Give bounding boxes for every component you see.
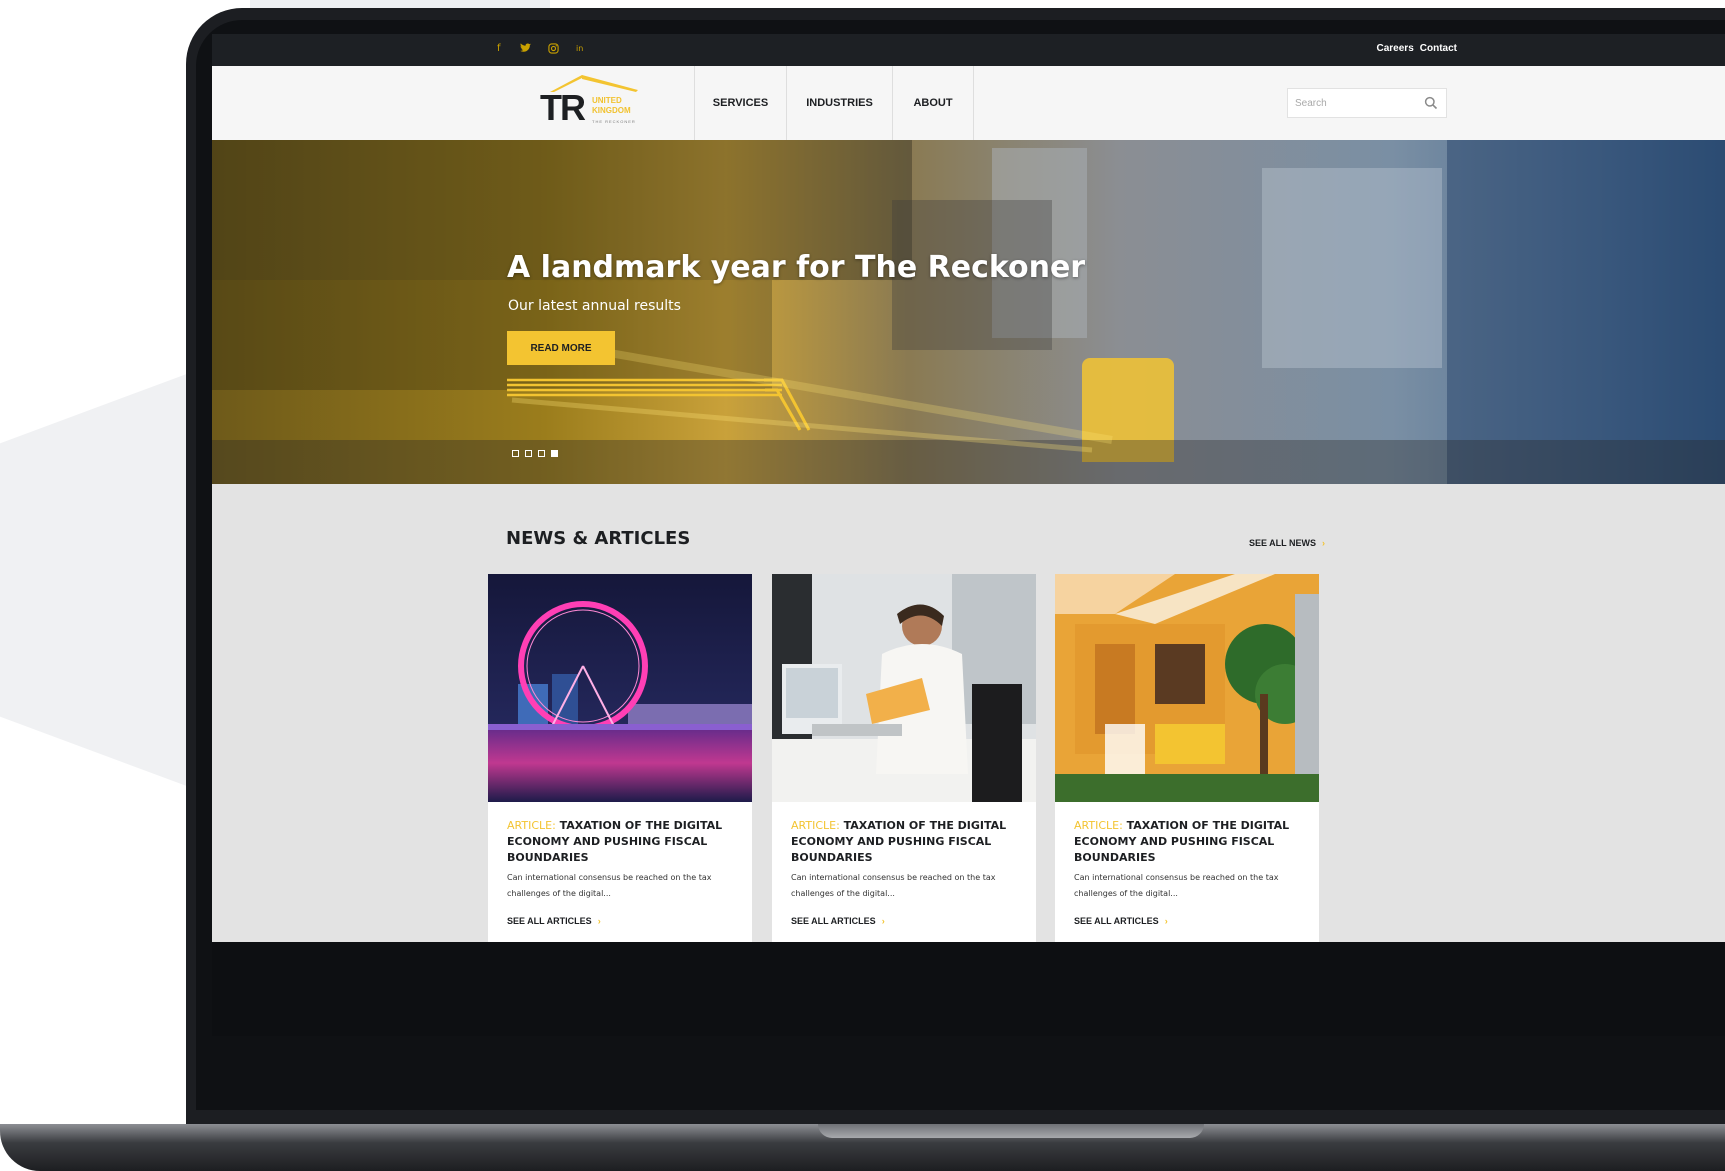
- card-excerpt: Can international consensus be reached o…: [507, 873, 712, 898]
- slider-dots: [512, 450, 558, 457]
- read-more-button[interactable]: READ MORE: [507, 331, 615, 365]
- orange-house-image: [1055, 574, 1319, 802]
- chevron-right-icon: ›: [597, 916, 601, 926]
- laptop-screen: f in Careers Contact TR UNITED KINGDOM T…: [212, 34, 1725, 1036]
- facebook-icon[interactable]: f: [497, 43, 501, 55]
- chevron-right-icon: ›: [881, 916, 885, 926]
- news-card[interactable]: ARTICLE: TAXATION OF THE DIGITAL ECONOMY…: [772, 574, 1036, 944]
- see-all-articles-link[interactable]: SEE ALL ARTICLES ›: [1074, 916, 1168, 926]
- hero-subtitle: Our latest annual results: [508, 298, 681, 314]
- card-kind: ARTICLE:: [791, 819, 840, 832]
- chevron-right-icon: ›: [1164, 916, 1168, 926]
- see-all-articles-link[interactable]: SEE ALL ARTICLES ›: [791, 916, 885, 926]
- slider-dot[interactable]: [525, 450, 532, 457]
- slider-dot[interactable]: [538, 450, 545, 457]
- slider-dot-active[interactable]: [551, 450, 558, 457]
- search-box: [1287, 88, 1447, 118]
- card-image-office-reader[interactable]: [772, 574, 1036, 802]
- twitter-icon[interactable]: [520, 43, 531, 57]
- nav-item-services[interactable]: SERVICES: [694, 66, 786, 140]
- footer-band: [212, 942, 1725, 1036]
- card-kind: ARTICLE:: [507, 819, 556, 832]
- careers-link[interactable]: Careers: [1377, 43, 1414, 54]
- card-image-orange-house[interactable]: [1055, 574, 1319, 802]
- search-input[interactable]: [1295, 96, 1413, 110]
- card-excerpt: Can international consensus be reached o…: [1074, 873, 1279, 898]
- laptop-hinge-notch: [818, 1124, 1204, 1138]
- news-heading: NEWS & ARTICLES: [506, 528, 691, 549]
- nav-item-industries[interactable]: INDUSTRIES: [786, 66, 892, 140]
- see-all-news-label: SEE ALL NEWS: [1249, 538, 1317, 548]
- see-all-articles-link[interactable]: SEE ALL ARTICLES ›: [507, 916, 601, 926]
- logo-tagline: THE RECKONER: [592, 119, 636, 124]
- card-link-label: SEE ALL ARTICLES: [507, 916, 592, 926]
- slider-dot[interactable]: [512, 450, 519, 457]
- card-excerpt: Can international consensus be reached o…: [791, 873, 996, 898]
- contact-link[interactable]: Contact: [1420, 43, 1457, 54]
- see-all-news-link[interactable]: SEE ALL NEWS ›: [1249, 538, 1325, 548]
- news-card[interactable]: ARTICLE: TAXATION OF THE DIGITAL ECONOMY…: [1055, 574, 1319, 944]
- instagram-icon[interactable]: [548, 43, 559, 58]
- hero-banner: A landmark year for The Reckoner Our lat…: [212, 140, 1725, 484]
- card-title[interactable]: ARTICLE: TAXATION OF THE DIGITAL ECONOMY…: [507, 818, 732, 866]
- nav-menu: SERVICES INDUSTRIES ABOUT: [694, 66, 974, 140]
- mockup-stage: f in Careers Contact TR UNITED KINGDOM T…: [0, 0, 1725, 1171]
- news-card[interactable]: ARTICLE: TAXATION OF THE DIGITAL ECONOMY…: [488, 574, 752, 944]
- london-eye-image: [488, 574, 752, 802]
- utility-bar: f in Careers Contact: [212, 34, 1725, 66]
- utility-links: Careers Contact: [1377, 43, 1458, 54]
- office-reader-image: [772, 574, 1036, 802]
- card-link-label: SEE ALL ARTICLES: [1074, 916, 1159, 926]
- linkedin-icon[interactable]: in: [576, 43, 583, 55]
- hero-brand-stripes: [507, 346, 1113, 453]
- card-title[interactable]: ARTICLE: TAXATION OF THE DIGITAL ECONOMY…: [1074, 818, 1299, 866]
- card-image-london-eye[interactable]: [488, 574, 752, 802]
- card-kind: ARTICLE:: [1074, 819, 1123, 832]
- logo-region: UNITED KINGDOM: [592, 96, 631, 115]
- card-link-label: SEE ALL ARTICLES: [791, 916, 876, 926]
- chevron-right-icon: ›: [1322, 538, 1326, 548]
- search-icon[interactable]: [1424, 96, 1438, 110]
- hero-title: A landmark year for The Reckoner: [507, 250, 1086, 285]
- site-logo[interactable]: TR UNITED KINGDOM THE RECKONER: [540, 72, 660, 132]
- logo-letters: TR: [540, 87, 586, 128]
- nav-item-about[interactable]: ABOUT: [892, 66, 974, 140]
- card-title[interactable]: ARTICLE: TAXATION OF THE DIGITAL ECONOMY…: [791, 818, 1016, 866]
